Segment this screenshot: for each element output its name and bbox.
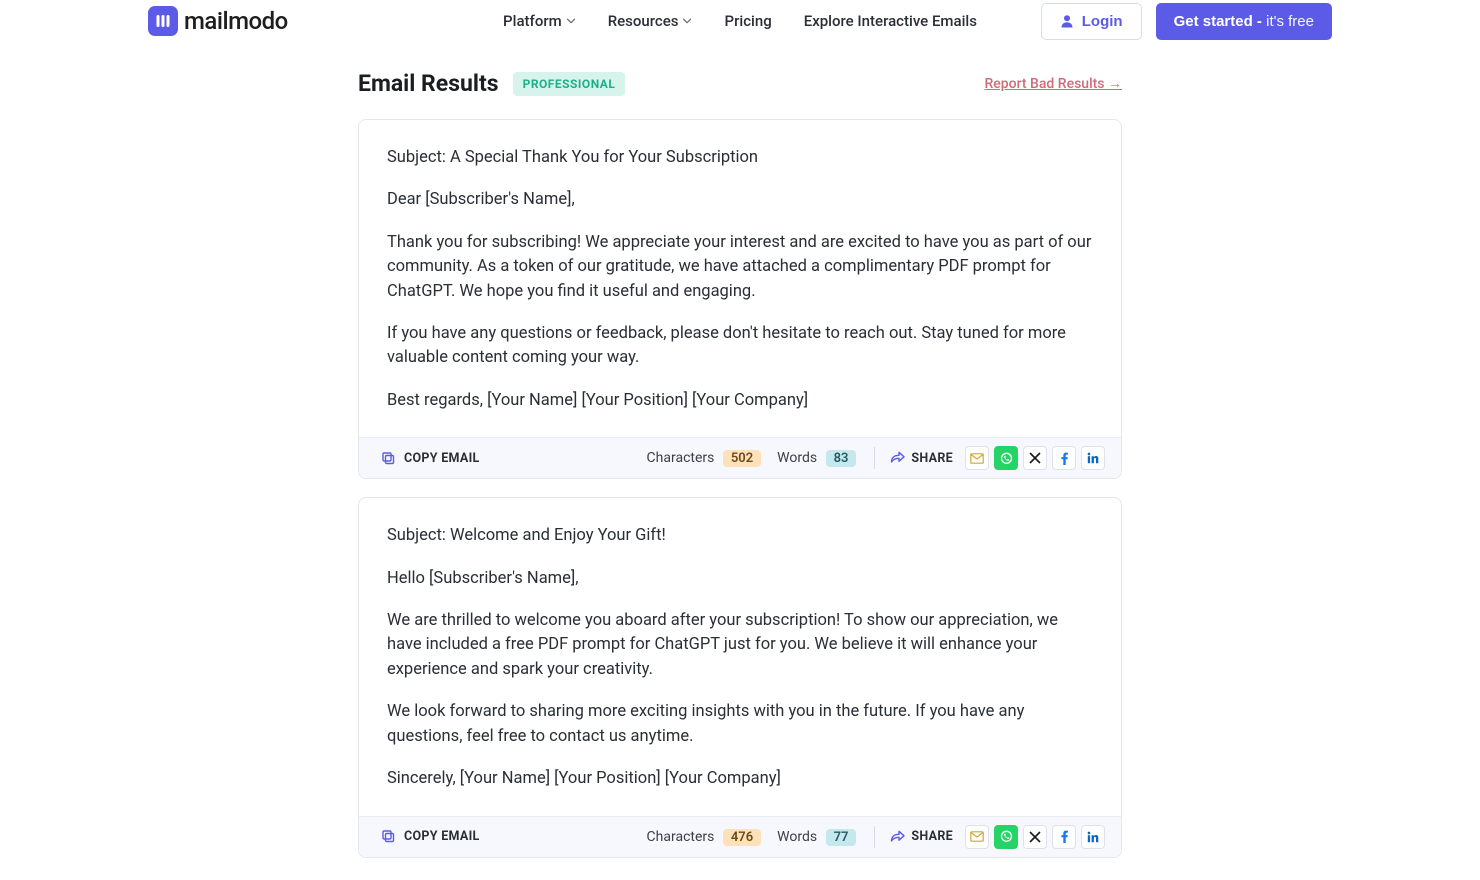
share-label-text: SHARE <box>911 451 953 466</box>
cta-prefix: Get started - <box>1174 13 1267 30</box>
brand-name: mailmodo <box>184 7 288 35</box>
user-icon <box>1060 14 1074 28</box>
divider <box>874 447 875 469</box>
share-x-icon[interactable] <box>1023 825 1047 849</box>
share-block: SHARE <box>889 825 1105 849</box>
share-whatsapp-icon[interactable] <box>994 446 1018 470</box>
logo-mark-icon <box>148 6 178 36</box>
words-label: Words <box>777 450 817 466</box>
counts: Characters 476 Words 77 <box>647 829 857 845</box>
nav-label: Resources <box>608 12 679 30</box>
words-value: 83 <box>826 450 857 467</box>
share-email-icon[interactable] <box>965 825 989 849</box>
nav-label: Platform <box>503 12 562 30</box>
copy-icon <box>381 829 396 844</box>
email-line: Thank you for subscribing! We appreciate… <box>387 231 1093 304</box>
header-actions: Login Get started - it's free <box>1041 3 1332 40</box>
cta-suffix: it's free <box>1266 13 1314 30</box>
copy-label: COPY EMAIL <box>404 451 480 466</box>
share-whatsapp-icon[interactable] <box>994 825 1018 849</box>
nav-label: Pricing <box>725 12 772 30</box>
card-footer: COPY EMAIL Characters 476 Words 77 <box>359 816 1121 857</box>
words-count: Words 77 <box>777 829 856 845</box>
page-main: Email Results PROFESSIONAL Report Bad Re… <box>358 70 1122 858</box>
email-line: We look forward to sharing more exciting… <box>387 700 1093 749</box>
copy-email-button[interactable]: COPY EMAIL <box>381 451 480 466</box>
share-icons <box>965 825 1105 849</box>
share-button[interactable]: SHARE <box>889 451 953 466</box>
share-facebook-icon[interactable] <box>1052 446 1076 470</box>
copy-label: COPY EMAIL <box>404 829 480 844</box>
share-icons <box>965 446 1105 470</box>
email-line: Subject: A Special Thank You for Your Su… <box>387 146 1093 170</box>
share-label-text: SHARE <box>911 829 953 844</box>
results-header: Email Results PROFESSIONAL Report Bad Re… <box>358 70 1122 97</box>
email-line: Dear [Subscriber's Name], <box>387 188 1093 212</box>
chevron-down-icon <box>566 16 576 26</box>
results-title: Email Results <box>358 70 499 97</box>
characters-label: Characters <box>647 450 715 466</box>
chevron-down-icon <box>683 16 693 26</box>
nav-item-pricing[interactable]: Pricing <box>725 12 772 30</box>
email-line: Best regards, [Your Name] [Your Position… <box>387 389 1093 413</box>
share-arrow-icon <box>889 451 905 465</box>
nav-item-explore-interactive-emails[interactable]: Explore Interactive Emails <box>804 12 977 30</box>
characters-value: 476 <box>723 829 761 846</box>
characters-count: Characters 502 <box>647 450 762 466</box>
email-line: Sincerely, [Your Name] [Your Position] [… <box>387 767 1093 791</box>
copy-icon <box>381 451 396 466</box>
report-bad-results-link[interactable]: Report Bad Results → <box>984 75 1122 92</box>
email-result-card: Subject: Welcome and Enjoy Your Gift! He… <box>358 497 1122 857</box>
share-button[interactable]: SHARE <box>889 829 953 844</box>
share-arrow-icon <box>889 830 905 844</box>
brand-logo[interactable]: mailmodo <box>148 6 288 36</box>
email-result-card: Subject: A Special Thank You for Your Su… <box>358 119 1122 479</box>
email-body: Subject: Welcome and Enjoy Your Gift! He… <box>359 498 1121 815</box>
nav-item-resources[interactable]: Resources <box>608 12 693 30</box>
divider <box>874 826 875 848</box>
site-header: mailmodo Platform Resources Pricing Expl… <box>0 0 1480 42</box>
words-count: Words 83 <box>777 450 856 466</box>
counts: Characters 502 Words 83 <box>647 450 857 466</box>
login-label: Login <box>1082 13 1123 30</box>
share-linkedin-icon[interactable] <box>1081 825 1105 849</box>
characters-label: Characters <box>647 829 715 845</box>
get-started-button[interactable]: Get started - it's free <box>1156 3 1332 40</box>
plan-badge: PROFESSIONAL <box>513 72 626 96</box>
share-linkedin-icon[interactable] <box>1081 446 1105 470</box>
card-footer: COPY EMAIL Characters 502 Words 83 <box>359 437 1121 478</box>
words-value: 77 <box>826 829 857 846</box>
copy-email-button[interactable]: COPY EMAIL <box>381 829 480 844</box>
nav-label: Explore Interactive Emails <box>804 12 977 30</box>
words-label: Words <box>777 829 817 845</box>
email-line: If you have any questions or feedback, p… <box>387 322 1093 371</box>
share-email-icon[interactable] <box>965 446 989 470</box>
primary-nav: Platform Resources Pricing Explore Inter… <box>503 12 977 30</box>
share-block: SHARE <box>889 446 1105 470</box>
characters-value: 502 <box>723 450 761 467</box>
email-line: Hello [Subscriber's Name], <box>387 567 1093 591</box>
email-line: We are thrilled to welcome you aboard af… <box>387 609 1093 682</box>
login-button[interactable]: Login <box>1041 3 1142 40</box>
characters-count: Characters 476 <box>647 829 762 845</box>
email-body: Subject: A Special Thank You for Your Su… <box>359 120 1121 437</box>
share-x-icon[interactable] <box>1023 446 1047 470</box>
email-line: Subject: Welcome and Enjoy Your Gift! <box>387 524 1093 548</box>
nav-item-platform[interactable]: Platform <box>503 12 576 30</box>
share-facebook-icon[interactable] <box>1052 825 1076 849</box>
